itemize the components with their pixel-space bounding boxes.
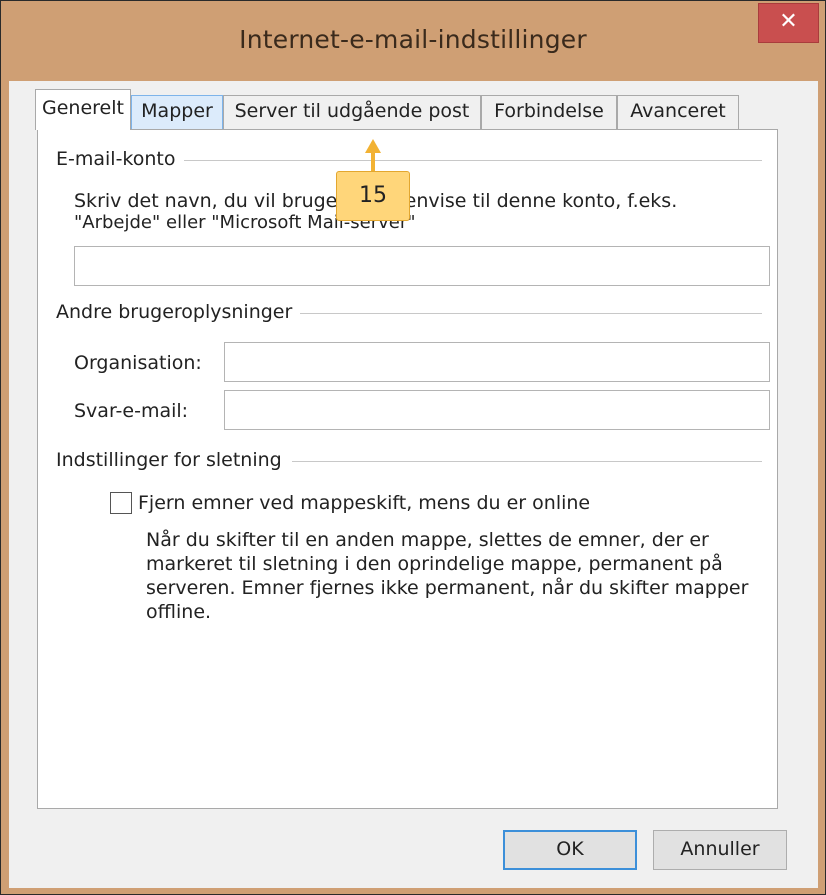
callout-arrow [371,151,375,171]
tab-forbindelse[interactable]: Forbindelse [481,95,617,129]
tab-server-til-udgaaende-post[interactable]: Server til udgående post [223,95,481,129]
tab-generelt[interactable]: Generelt [35,89,131,130]
purge-description-line2: markeret til sletning i den oprindelige … [146,553,723,575]
purge-description-line3: serveren. Emner fjernes ikke permanent, … [146,577,749,599]
close-icon: ✕ [779,9,798,34]
group-heading-email-account: E-mail-konto [56,148,184,170]
dialog-client-area: Generelt Mapper Server til udgående post… [9,81,818,888]
cancel-button[interactable]: Annuller [653,830,787,870]
group-heading-delete-settings: Indstillinger for sletning [56,449,290,471]
title-bar[interactable]: Internet-e-mail-indstillinger ✕ [1,1,825,81]
tab-panel-generelt: E-mail-konto Skriv det navn, du vil brug… [37,129,778,809]
organisation-input[interactable] [224,342,770,382]
account-name-input[interactable] [74,246,770,286]
group-heading-user-info: Andre brugeroplysninger [56,301,301,323]
group-divider [180,160,762,161]
close-button[interactable]: ✕ [758,3,819,43]
purge-on-switch-checkbox[interactable] [110,492,132,514]
organisation-label: Organisation: [74,352,202,374]
purge-description-line4: offline. [146,601,212,623]
group-divider [300,313,762,314]
ok-button[interactable]: OK [503,830,637,870]
group-divider [292,461,762,462]
window-title: Internet-e-mail-indstillinger [239,25,587,54]
reply-email-input[interactable] [224,390,770,430]
reply-email-label: Svar-e-mail: [74,400,189,422]
purge-description-line1: Når du skifter til en anden mappe, slett… [146,529,709,551]
dialog-window: Internet-e-mail-indstillinger ✕ Generelt… [0,0,826,895]
tab-mapper[interactable]: Mapper [131,95,223,129]
tab-avanceret[interactable]: Avanceret [617,95,739,129]
purge-on-switch-label[interactable]: Fjern emner ved mappeskift, mens du er o… [138,492,590,514]
step-callout-badge: 15 [336,171,410,221]
